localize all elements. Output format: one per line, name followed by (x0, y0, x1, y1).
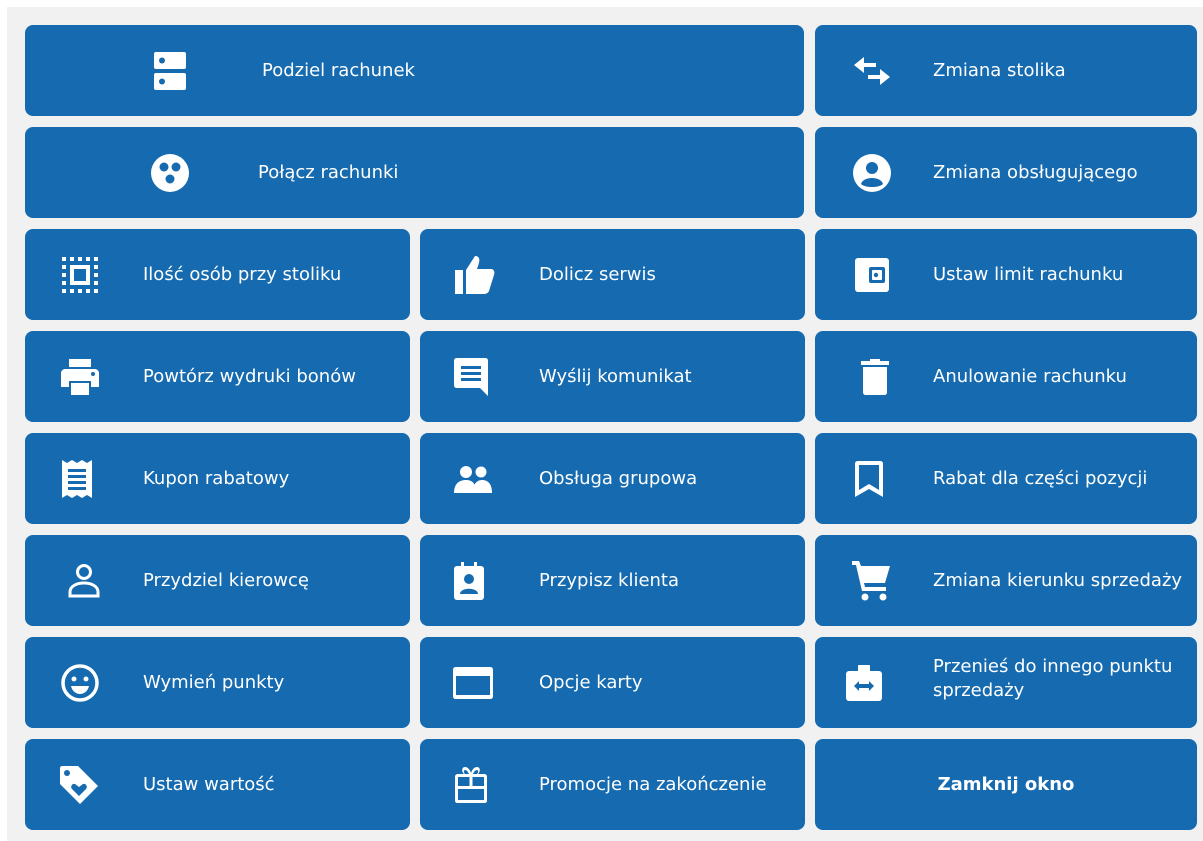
card-options-label: Opcje karty (539, 671, 643, 693)
smiley-icon (56, 637, 104, 728)
gift-icon (447, 739, 495, 830)
change-waiter-label: Zmiana obsługującego (933, 161, 1138, 183)
closing-promos-button[interactable]: Promocje na zakończenie (420, 739, 805, 830)
closing-promos-label: Promocje na zakończenie (539, 773, 767, 795)
set-value-label: Ustaw wartość (143, 773, 275, 795)
printer-icon (56, 331, 104, 422)
add-service-label: Dolicz serwis (539, 263, 656, 285)
receipt-icon (53, 433, 101, 524)
send-message-button[interactable]: Wyślij komunikat (420, 331, 805, 422)
swap-arrows-icon (848, 25, 896, 116)
user-circle-icon (848, 127, 896, 218)
message-icon (447, 331, 495, 422)
contact-card-icon (445, 535, 493, 626)
assign-driver-label: Przydziel kierowcę (143, 569, 309, 591)
wallet-icon (848, 229, 896, 320)
guests-count-button[interactable]: Ilość osób przy stoliku (25, 229, 410, 320)
thumbs-up-icon (451, 229, 499, 320)
card-options-button[interactable]: Opcje karty (420, 637, 805, 728)
person-outline-icon (60, 535, 108, 626)
change-table-label: Zmiana stolika (933, 59, 1066, 81)
split-bill-label: Podziel rachunek (262, 59, 415, 81)
exchange-points-label: Wymień punkty (143, 671, 285, 693)
move-case-icon (840, 637, 888, 728)
reprint-vouchers-button[interactable]: Powtórz wydruki bonów (25, 331, 410, 422)
assign-client-label: Przypisz klienta (539, 569, 680, 591)
bill-limit-label: Ustaw limit rachunku (933, 263, 1124, 285)
trash-icon (851, 331, 899, 422)
send-message-label: Wyślij komunikat (539, 365, 692, 387)
bookmark-icon (845, 433, 893, 524)
reprint-vouchers-label: Powtórz wydruki bonów (143, 365, 356, 387)
partial-discount-button[interactable]: Rabat dla części pozycji (815, 433, 1197, 524)
change-waiter-button[interactable]: Zmiana obsługującego (815, 127, 1197, 218)
close-window-button[interactable]: Zamknij okno (815, 739, 1197, 830)
split-bill-button[interactable]: Podziel rachunek (25, 25, 804, 116)
merge-bills-button[interactable]: Połącz rachunki (25, 127, 804, 218)
discount-coupon-button[interactable]: Kupon rabatowy (25, 433, 410, 524)
guests-count-label: Ilość osób przy stoliku (143, 263, 342, 285)
partial-discount-label: Rabat dla części pozycji (933, 467, 1148, 489)
move-to-point-button[interactable]: Przenieś do innego punktu sprzedaży (815, 637, 1197, 728)
merge-bills-label: Połącz rachunki (258, 161, 399, 183)
change-sale-direction-button[interactable]: Zmiana kierunku sprzedaży (815, 535, 1197, 626)
change-sale-direction-label: Zmiana kierunku sprzedaży (933, 569, 1183, 591)
bill-limit-button[interactable]: Ustaw limit rachunku (815, 229, 1197, 320)
set-value-button[interactable]: Ustaw wartość (25, 739, 410, 830)
merge-icon (146, 127, 194, 218)
change-table-button[interactable]: Zmiana stolika (815, 25, 1197, 116)
select-box-icon (56, 229, 104, 320)
cancel-bill-label: Anulowanie rachunku (933, 365, 1127, 387)
group-service-label: Obsługa grupowa (539, 467, 698, 489)
cancel-bill-button[interactable]: Anulowanie rachunku (815, 331, 1197, 422)
assign-driver-button[interactable]: Przydziel kierowcę (25, 535, 410, 626)
tag-heart-icon (55, 739, 103, 830)
move-to-point-label: Przenieś do innego punktu sprzedaży (933, 656, 1173, 701)
discount-coupon-label: Kupon rabatowy (143, 467, 290, 489)
people-icon (449, 433, 497, 524)
group-service-button[interactable]: Obsługa grupowa (420, 433, 805, 524)
close-window-label: Zamknij okno (937, 774, 1075, 795)
assign-client-button[interactable]: Przypisz klienta (420, 535, 805, 626)
split-bill-icon (146, 25, 194, 116)
add-service-button[interactable]: Dolicz serwis (420, 229, 805, 320)
card-icon (449, 637, 497, 728)
cart-icon (847, 535, 895, 626)
exchange-points-button[interactable]: Wymień punkty (25, 637, 410, 728)
